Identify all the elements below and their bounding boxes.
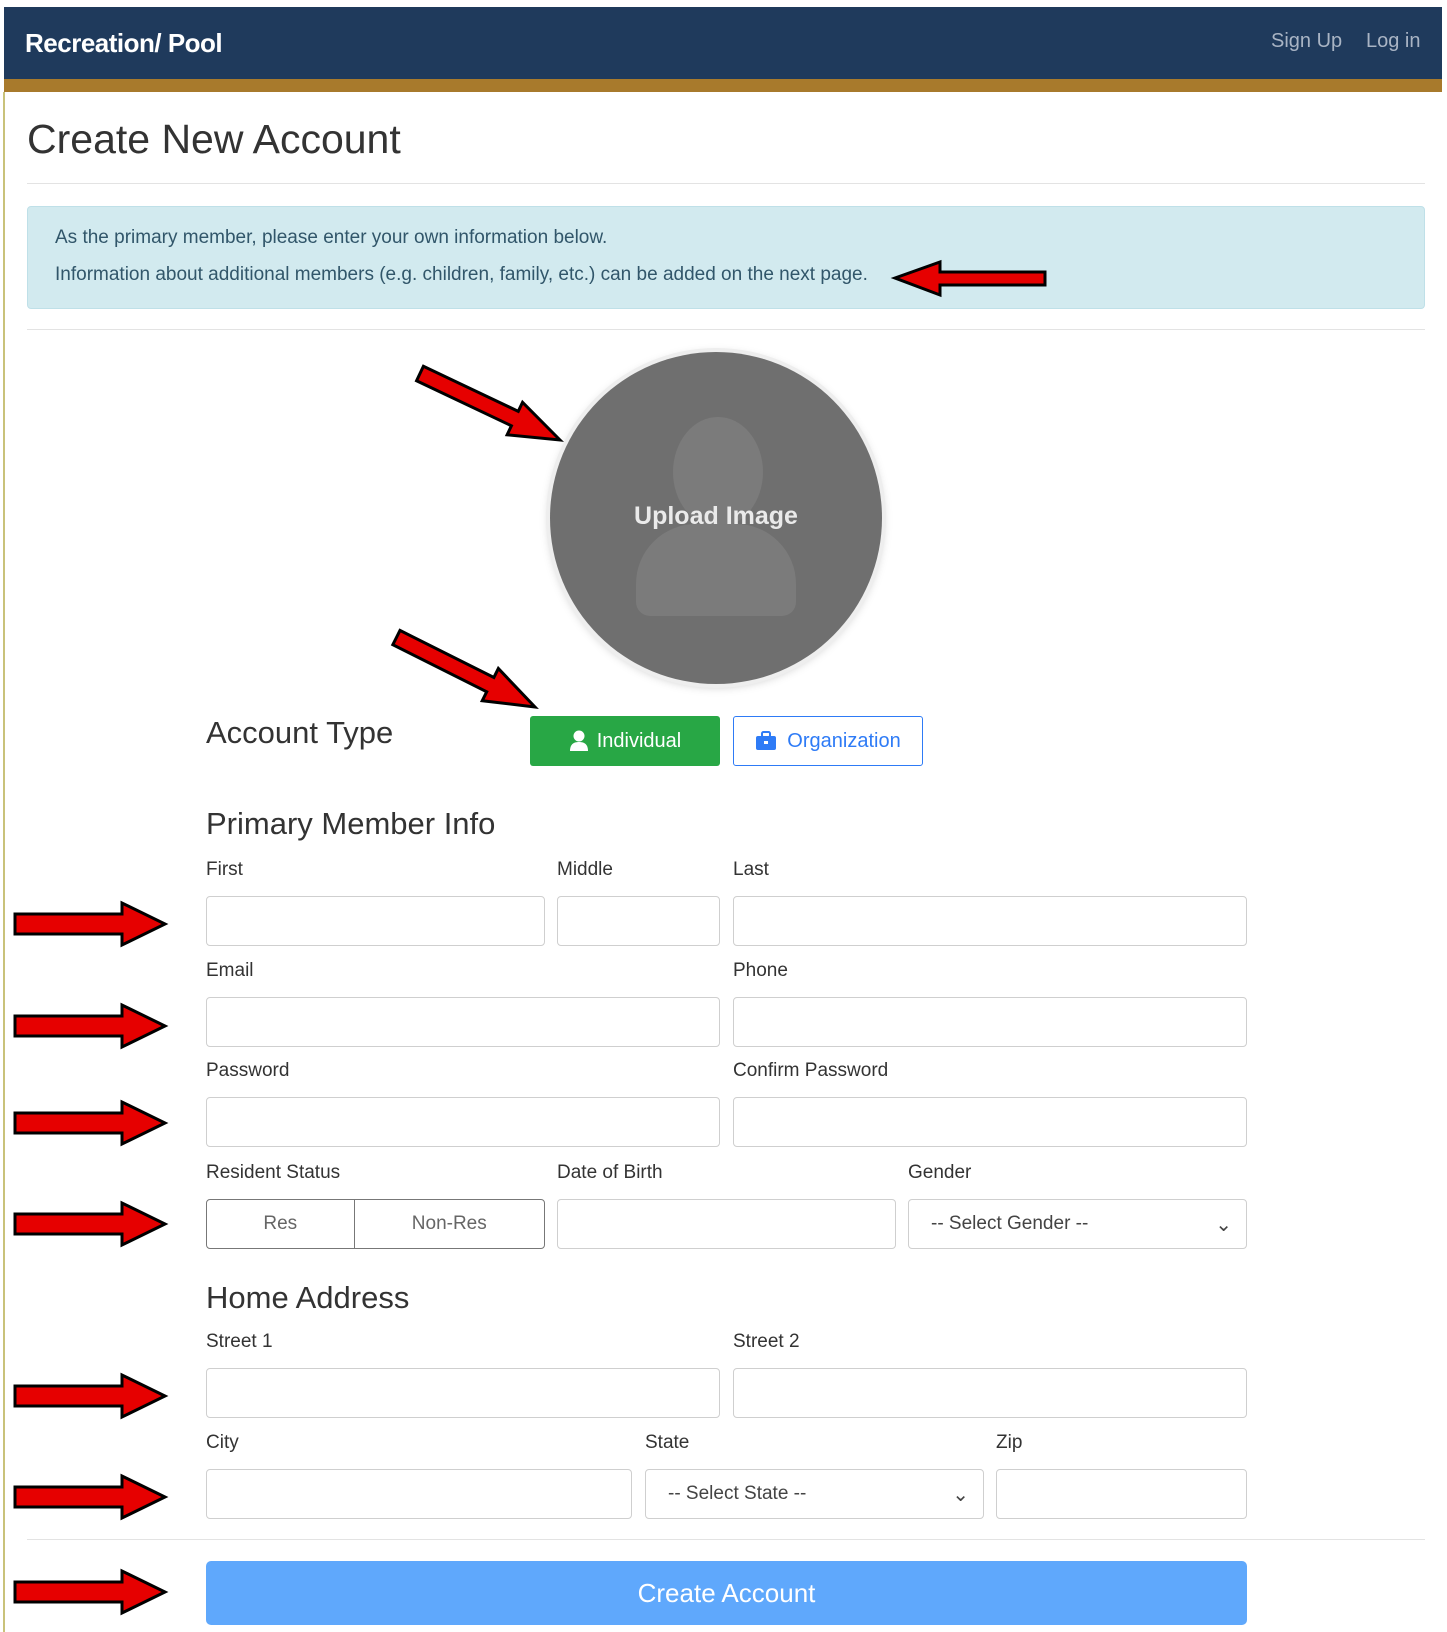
street-2-label: Street 2: [733, 1331, 800, 1352]
organization-button[interactable]: Organization: [733, 716, 923, 766]
info-alert: As the primary member, please enter your…: [27, 206, 1425, 309]
street-1-label: Street 1: [206, 1331, 273, 1352]
upload-image-avatar[interactable]: Upload Image: [550, 352, 882, 684]
confirm-password-input[interactable]: [733, 1097, 1247, 1147]
first-name-input[interactable]: [206, 896, 545, 946]
account-type-label: Account Type: [206, 715, 394, 750]
chevron-down-icon: ⌄: [1215, 1214, 1232, 1236]
gender-select-value: -- Select Gender --: [931, 1213, 1089, 1234]
resident-status-label: Resident Status: [206, 1162, 341, 1183]
window-edge: [3, 92, 5, 1632]
last-name-input[interactable]: [733, 896, 1247, 946]
divider: [27, 329, 1425, 330]
home-address-heading: Home Address: [206, 1280, 410, 1315]
log-in-link[interactable]: Log in: [1366, 30, 1421, 53]
annotation-arrow-icon: [13, 1099, 169, 1147]
state-label: State: [645, 1432, 690, 1453]
alert-line-2: Information about additional members (e.…: [55, 264, 868, 285]
password-label: Password: [206, 1060, 290, 1081]
zip-input[interactable]: [996, 1469, 1247, 1519]
annotation-arrow-icon: [13, 1473, 169, 1521]
state-select[interactable]: -- Select State -- ⌄: [645, 1469, 984, 1519]
date-of-birth-input[interactable]: [557, 1199, 896, 1249]
annotation-arrow-icon: [13, 1372, 169, 1420]
last-name-label: Last: [733, 859, 769, 880]
street-2-input[interactable]: [733, 1368, 1247, 1418]
gender-select[interactable]: -- Select Gender -- ⌄: [908, 1199, 1247, 1249]
briefcase-icon: [756, 731, 777, 750]
date-of-birth-label: Date of Birth: [557, 1162, 663, 1183]
individual-button-label: Individual: [596, 729, 682, 752]
upload-image-label: Upload Image: [634, 502, 798, 530]
divider: [27, 183, 1425, 184]
phone-label: Phone: [733, 960, 788, 981]
email-label: Email: [206, 960, 254, 981]
first-name-label: First: [206, 859, 243, 880]
city-input[interactable]: [206, 1469, 632, 1519]
middle-name-input[interactable]: [557, 896, 720, 946]
annotation-arrow-icon: [13, 1568, 169, 1616]
divider: [27, 1539, 1425, 1540]
page-title: Create New Account: [27, 116, 401, 162]
annotation-arrow-icon: [13, 900, 169, 948]
sign-up-link[interactable]: Sign Up: [1271, 30, 1342, 53]
individual-button[interactable]: Individual: [530, 716, 720, 766]
annotation-arrow-icon: [390, 628, 539, 709]
resident-status-toggle: Res Non-Res: [206, 1199, 545, 1249]
confirm-password-label: Confirm Password: [733, 1060, 889, 1081]
res-option[interactable]: Res: [207, 1200, 355, 1248]
organization-button-label: Organization: [787, 729, 901, 752]
alert-line-1: As the primary member, please enter your…: [55, 227, 608, 248]
annotation-arrow-icon: [13, 1002, 169, 1050]
state-select-value: -- Select State --: [668, 1483, 807, 1504]
street-1-input[interactable]: [206, 1368, 720, 1418]
middle-name-label: Middle: [557, 859, 613, 880]
primary-member-info-heading: Primary Member Info: [206, 806, 496, 841]
password-input[interactable]: [206, 1097, 720, 1147]
user-icon: [569, 730, 588, 751]
city-label: City: [206, 1432, 239, 1453]
phone-input[interactable]: [733, 997, 1247, 1047]
brand-title[interactable]: Recreation/ Pool: [25, 28, 223, 59]
person-silhouette-body: [636, 524, 796, 616]
annotation-arrow-icon: [414, 364, 565, 442]
gender-label: Gender: [908, 1162, 972, 1183]
accent-bar: [4, 79, 1442, 92]
email-input[interactable]: [206, 997, 720, 1047]
zip-label: Zip: [996, 1432, 1023, 1453]
chevron-down-icon: ⌄: [952, 1484, 969, 1506]
non-res-option[interactable]: Non-Res: [355, 1200, 544, 1248]
annotation-arrow-icon: [13, 1200, 169, 1248]
create-account-button[interactable]: Create Account: [206, 1561, 1247, 1625]
